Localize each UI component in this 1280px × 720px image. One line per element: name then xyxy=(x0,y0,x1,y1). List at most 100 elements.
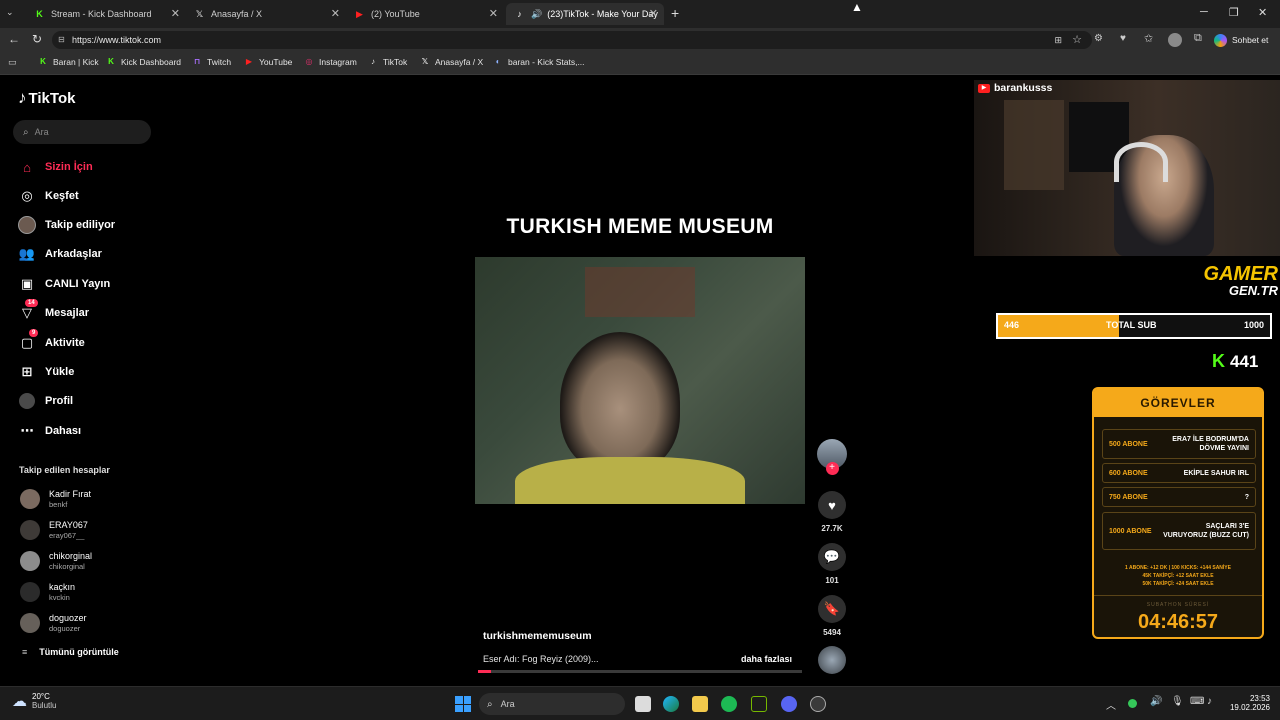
subathon-timer: 04:46:57 xyxy=(1137,611,1219,633)
messages-badge: 14 xyxy=(25,299,38,307)
tab-x-home[interactable]: 𝕏 Anasayfa / X ✕ xyxy=(186,3,346,25)
nav-explore[interactable]: ◎ Keşfet xyxy=(18,187,78,205)
avatar xyxy=(20,489,40,509)
tray-overflow-icon[interactable]: ︿ xyxy=(1106,697,1116,712)
see-more-link[interactable]: daha fazlası xyxy=(741,654,792,664)
nav-live[interactable]: ▣ CANLI Yayın xyxy=(18,275,110,293)
profile-avatar[interactable] xyxy=(1168,33,1182,47)
bookmark-x[interactable]: 𝕏 Anasayfa / X xyxy=(420,57,483,67)
video-frame-background xyxy=(585,267,695,317)
extensions-icon[interactable]: ⚙ xyxy=(1094,33,1103,44)
new-tab-button[interactable]: + xyxy=(671,5,679,21)
refresh-icon[interactable]: ↻ xyxy=(32,32,42,46)
nav-upload[interactable]: ⊞ Yükle xyxy=(18,363,75,381)
favorites-icon[interactable]: ✩ xyxy=(1144,32,1153,45)
account-item[interactable]: ERAY067 eray067__ xyxy=(20,520,88,540)
nav-messages[interactable]: ▽ Mesajlar 14 xyxy=(18,299,89,322)
close-tab-icon[interactable]: ✕ xyxy=(649,7,658,20)
video-author[interactable]: turkishmememuseum xyxy=(483,630,592,642)
friends-icon: 👥 xyxy=(18,246,36,261)
close-tab-icon[interactable]: ✕ xyxy=(331,7,340,20)
following-accounts-title: Takip edilen hesaplar xyxy=(19,465,110,475)
brand-logo: GAMER GEN.TR xyxy=(1203,263,1278,298)
bookmark-kick-stats[interactable]: ◐ baran - Kick Stats,... xyxy=(493,57,585,67)
copilot-icon xyxy=(1214,33,1227,47)
back-icon[interactable]: ← xyxy=(8,32,20,46)
mic-icon[interactable]: 🎙 xyxy=(1171,696,1184,707)
close-tab-icon[interactable]: ✕ xyxy=(171,7,180,20)
minimize-button[interactable]: ─ xyxy=(1200,6,1208,18)
clock[interactable]: 23:53 19.02.2026 xyxy=(1226,694,1270,712)
video-caption-title: TURKISH MEME MUSEUM xyxy=(506,215,774,238)
edge-icon[interactable] xyxy=(663,696,679,712)
nvidia-icon[interactable] xyxy=(751,696,767,712)
app-icon[interactable] xyxy=(810,696,826,712)
task-view-icon[interactable] xyxy=(635,696,651,712)
tab-tiktok[interactable]: ♪ 🔊 (23)TikTok - Make Your Day ✕ xyxy=(506,3,664,25)
bookmark-instagram[interactable]: ◎ Instagram xyxy=(304,57,357,67)
bookmark-tiktok[interactable]: ♪ TikTok xyxy=(368,57,407,67)
file-explorer-icon[interactable] xyxy=(692,696,708,712)
author-avatar-button[interactable]: + xyxy=(817,439,847,475)
close-window-button[interactable]: ✕ xyxy=(1258,6,1267,19)
account-item[interactable]: doguozer doguozer xyxy=(20,613,87,633)
close-tab-icon[interactable]: ✕ xyxy=(489,7,498,20)
tab-actions-chevron-icon[interactable]: ⌄ xyxy=(6,7,14,18)
volume-icon[interactable]: 🔊 xyxy=(1150,696,1162,707)
bookmark-twitch[interactable]: ⊓ Twitch xyxy=(192,57,231,67)
network-icon[interactable]: ⌨ xyxy=(1190,696,1204,707)
kick-icon: K xyxy=(1212,351,1225,371)
comment-button[interactable]: 💬 101 xyxy=(817,543,847,585)
bookmark-baran-kick[interactable]: K Baran | Kick xyxy=(38,57,99,67)
mouse-cursor-icon: ▲ xyxy=(851,0,863,14)
nav-for-you[interactable]: ⌂ Sizin İçin xyxy=(18,158,93,176)
nav-following[interactable]: Takip ediliyor xyxy=(18,216,115,234)
account-item[interactable]: Kadir Fırat benkf xyxy=(20,489,91,509)
reader-mode-icon[interactable]: ⊞ xyxy=(1054,31,1062,49)
x-icon: 𝕏 xyxy=(195,8,204,19)
nav-friends[interactable]: 👥 Arkadaşlar xyxy=(18,245,102,263)
upload-icon: ⊞ xyxy=(21,364,33,379)
collections-icon[interactable]: ⧉ xyxy=(1194,32,1202,45)
nav-profile[interactable]: Profil xyxy=(18,392,73,410)
music-disc-button[interactable] xyxy=(817,646,847,674)
tiktok-logo[interactable]: ♪ TikTok xyxy=(18,88,75,108)
quest-rules: 1 ABONE: +12 DK | 100 KICKS: +144 SANİYE… xyxy=(1125,565,1231,587)
account-item[interactable]: kaçkın kvckin xyxy=(20,582,75,602)
kick-icon: K xyxy=(36,9,43,19)
spotify-icon[interactable] xyxy=(721,696,737,712)
bookmark-youtube[interactable]: ▶ YouTube xyxy=(244,57,292,67)
nav-activity[interactable]: ▢ Aktivite 9 xyxy=(18,329,85,352)
site-info-icon[interactable]: ⊟ xyxy=(58,31,65,49)
speaker-icon[interactable]: ♪ xyxy=(1207,696,1212,707)
tab-youtube[interactable]: ▶ (2) YouTube ✕ xyxy=(346,3,504,25)
tab-kick-dashboard[interactable]: K Stream - Kick Dashboard ✕ xyxy=(26,3,186,25)
search-icon: ⌕ xyxy=(23,126,29,138)
like-button[interactable]: ♥ 27.7K xyxy=(817,491,847,533)
weather-widget[interactable]: ☁ 20°C Bulutlu xyxy=(12,692,56,710)
nav-more[interactable]: ⋯ Dahası xyxy=(18,422,82,440)
webcam-window-light xyxy=(1004,100,1064,190)
follow-plus-icon[interactable]: + xyxy=(825,462,839,475)
bookmark-kick-dashboard[interactable]: K Kick Dashboard xyxy=(106,57,181,67)
search-input[interactable]: ⌕ Ara xyxy=(13,120,151,144)
start-button[interactable] xyxy=(455,696,471,712)
save-button[interactable]: 🔖 5494 xyxy=(817,595,847,637)
video-player[interactable] xyxy=(475,257,805,504)
x-icon: 𝕏 xyxy=(421,57,429,66)
tab-list-icon[interactable]: ▭ xyxy=(8,57,17,68)
discord-icon[interactable] xyxy=(781,696,797,712)
instagram-icon: ◎ xyxy=(305,57,313,66)
video-progress-bar[interactable] xyxy=(478,670,802,673)
favorite-star-icon[interactable]: ☆ xyxy=(1072,31,1082,49)
audio-playing-icon[interactable]: 🔊 xyxy=(531,9,542,20)
taskbar-search[interactable]: ⌕ Ara xyxy=(479,693,625,715)
copilot-button[interactable]: Sohbet et xyxy=(1214,31,1268,49)
account-item[interactable]: chikorginal chikorginal xyxy=(20,551,92,571)
performance-icon[interactable]: ♥ xyxy=(1120,33,1126,44)
restore-button[interactable]: ❐ xyxy=(1229,6,1239,19)
like-count: 27.7K xyxy=(821,524,843,533)
address-bar[interactable]: ⊟ https://www.tiktok.com ☆ ⊞ xyxy=(52,31,1092,49)
see-all-button[interactable]: ≡ Tümünü görüntüle xyxy=(22,647,119,657)
live-icon: ▣ xyxy=(20,276,34,291)
